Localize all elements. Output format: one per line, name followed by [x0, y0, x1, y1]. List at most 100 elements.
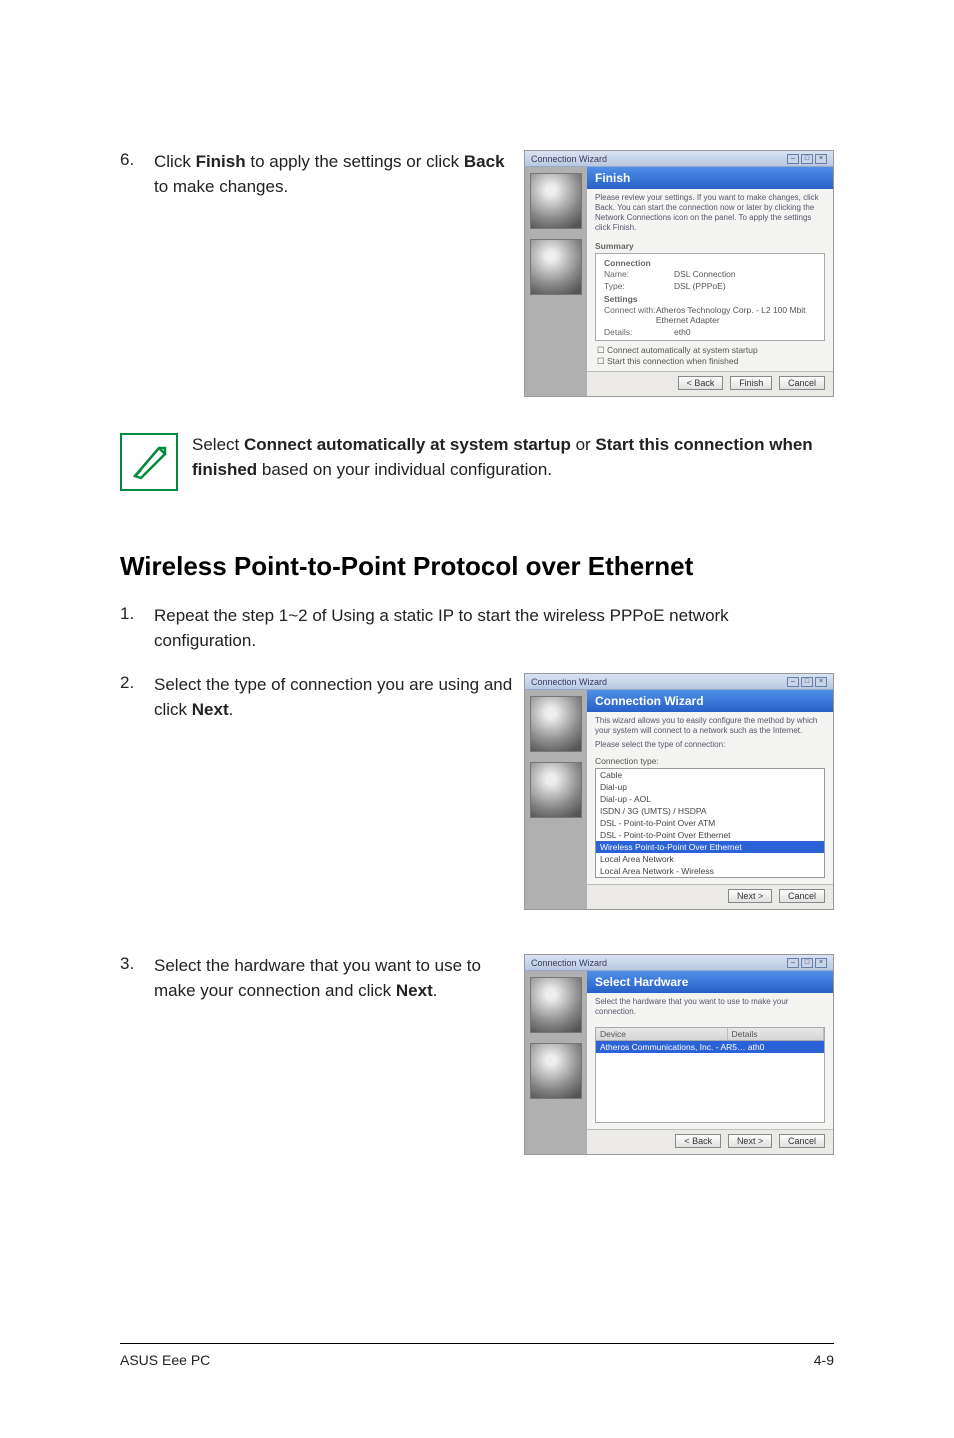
t: Next [396, 981, 433, 1000]
window-title: Connection Wizard [531, 958, 607, 968]
screenshot-finish: Connection Wizard – □ × Finish Please re… [524, 150, 834, 397]
list-item[interactable]: Local Area Network [596, 853, 824, 865]
step-2-text: Select the type of connection you are us… [154, 673, 516, 722]
sidebar-image [530, 696, 582, 752]
window-title: Connection Wizard [531, 154, 607, 164]
sidebar-image [530, 977, 582, 1033]
table-row-selected[interactable]: Atheros Communications, Inc. - AR5… ath0 [596, 1041, 824, 1053]
note-text: Select Connect automatically at system s… [192, 433, 834, 482]
t: or [571, 435, 596, 454]
list-item[interactable]: DSL - Point-to-Point Over ATM [596, 817, 824, 829]
t: . [433, 981, 438, 1000]
connectwith-label: Connect with: [604, 305, 656, 325]
window-title: Connection Wizard [531, 677, 607, 687]
footer-right: 4-9 [814, 1352, 834, 1368]
group-settings: Settings [596, 292, 824, 304]
name-label: Name: [604, 269, 674, 279]
maximize-icon[interactable]: □ [801, 958, 813, 968]
footer-left: ASUS Eee PC [120, 1352, 210, 1368]
back-button[interactable]: < Back [678, 376, 724, 390]
window-titlebar: Connection Wizard – □ × [525, 955, 833, 971]
checkbox-auto-connect[interactable]: ☐ Connect automatically at system startu… [597, 345, 823, 356]
checkbox-start-connection[interactable]: ☐ Start this connection when finished [597, 356, 823, 367]
list-item[interactable]: Dial-up [596, 781, 824, 793]
t: Connect automatically at system startup [607, 345, 758, 355]
sidebar-image [530, 239, 582, 295]
wizard-description: Select the hardware that you want to use… [587, 993, 833, 1023]
wizard-sidebar [525, 971, 587, 1154]
maximize-icon[interactable]: □ [801, 677, 813, 687]
step-1-text: Repeat the step 1~2 of Using a static IP… [154, 604, 834, 653]
hardware-list[interactable]: Atheros Communications, Inc. - AR5… ath0 [595, 1041, 825, 1123]
type-value: DSL (PPPoE) [674, 281, 726, 291]
screenshot-select-hardware: Connection Wizard – □ × Select Hardware … [524, 954, 834, 1155]
step-number: 1. [120, 604, 154, 624]
t: to apply the settings or click [246, 152, 464, 171]
next-button[interactable]: Next > [728, 1134, 772, 1148]
type-label: Type: [604, 281, 674, 291]
close-icon[interactable]: × [815, 154, 827, 164]
window-titlebar: Connection Wizard – □ × [525, 674, 833, 690]
sidebar-image [530, 173, 582, 229]
step-number: 2. [120, 673, 154, 722]
t: based on your individual configuration. [257, 460, 552, 479]
step-number: 3. [120, 954, 154, 1003]
group-summary: Summary [587, 239, 833, 251]
minimize-icon[interactable]: – [787, 958, 799, 968]
name-value: DSL Connection [674, 269, 736, 279]
minimize-icon[interactable]: – [787, 154, 799, 164]
note-box: Select Connect automatically at system s… [120, 433, 834, 491]
list-item[interactable]: Cable [596, 769, 824, 781]
details-value: eth0 [674, 327, 691, 337]
wizard-heading: Connection Wizard [587, 690, 833, 712]
connection-type-label: Connection type: [587, 756, 833, 766]
connection-type-list[interactable]: Cable Dial-up Dial-up - AOL ISDN / 3G (U… [595, 768, 825, 878]
hardware-table-header: Device Details [595, 1027, 825, 1041]
wizard-description: This wizard allows you to easily configu… [587, 712, 833, 756]
back-button[interactable]: < Back [675, 1134, 721, 1148]
t: Start this connection when finished [607, 356, 738, 366]
hardware-device: Atheros Communications, Inc. - AR5… ath0 [596, 1041, 824, 1053]
connectwith-value: Atheros Technology Corp. - L2 100 Mbit E… [656, 305, 816, 325]
sidebar-image [530, 762, 582, 818]
close-icon[interactable]: × [815, 677, 827, 687]
step-number: 6. [120, 150, 154, 199]
close-icon[interactable]: × [815, 958, 827, 968]
cancel-button[interactable]: Cancel [779, 889, 825, 903]
maximize-icon[interactable]: □ [801, 154, 813, 164]
minimize-icon[interactable]: – [787, 677, 799, 687]
cancel-button[interactable]: Cancel [779, 376, 825, 390]
col-device: Device [596, 1028, 728, 1040]
t: Please select the type of connection: [595, 740, 825, 750]
cancel-button[interactable]: Cancel [779, 1134, 825, 1148]
note-icon [120, 433, 178, 491]
t: Next [192, 700, 229, 719]
wizard-sidebar [525, 167, 587, 396]
col-details: Details [728, 1028, 825, 1040]
t: Back [464, 152, 505, 171]
t: Select [192, 435, 244, 454]
next-button[interactable]: Next > [728, 889, 772, 903]
t: to make changes. [154, 177, 288, 196]
details-label: Details: [604, 327, 674, 337]
t: Click [154, 152, 196, 171]
list-item[interactable]: DSL - Point-to-Point Over Ethernet [596, 829, 824, 841]
t: . [229, 700, 234, 719]
list-item[interactable]: Dial-up - AOL [596, 793, 824, 805]
wizard-heading: Finish [587, 167, 833, 189]
section-heading: Wireless Point-to-Point Protocol over Et… [120, 551, 834, 582]
list-item[interactable]: ISDN / 3G (UMTS) / HSDPA [596, 805, 824, 817]
finish-button[interactable]: Finish [730, 376, 772, 390]
wizard-sidebar [525, 690, 587, 909]
step-3-text: Select the hardware that you want to use… [154, 954, 516, 1003]
screenshot-connection-type: Connection Wizard – □ × Connection Wizar… [524, 673, 834, 910]
list-item-selected[interactable]: Wireless Point-to-Point Over Ethernet [596, 841, 824, 853]
list-item[interactable]: Local Area Network - Wireless [596, 865, 824, 877]
wizard-heading: Select Hardware [587, 971, 833, 993]
wizard-description: Please review your settings. If you want… [587, 189, 833, 239]
t: Connect automatically at system startup [244, 435, 571, 454]
window-titlebar: Connection Wizard – □ × [525, 151, 833, 167]
step-6-text: Click Finish to apply the settings or cl… [154, 150, 516, 199]
page-footer: ASUS Eee PC 4-9 [120, 1343, 834, 1368]
group-connection: Connection [596, 256, 824, 268]
